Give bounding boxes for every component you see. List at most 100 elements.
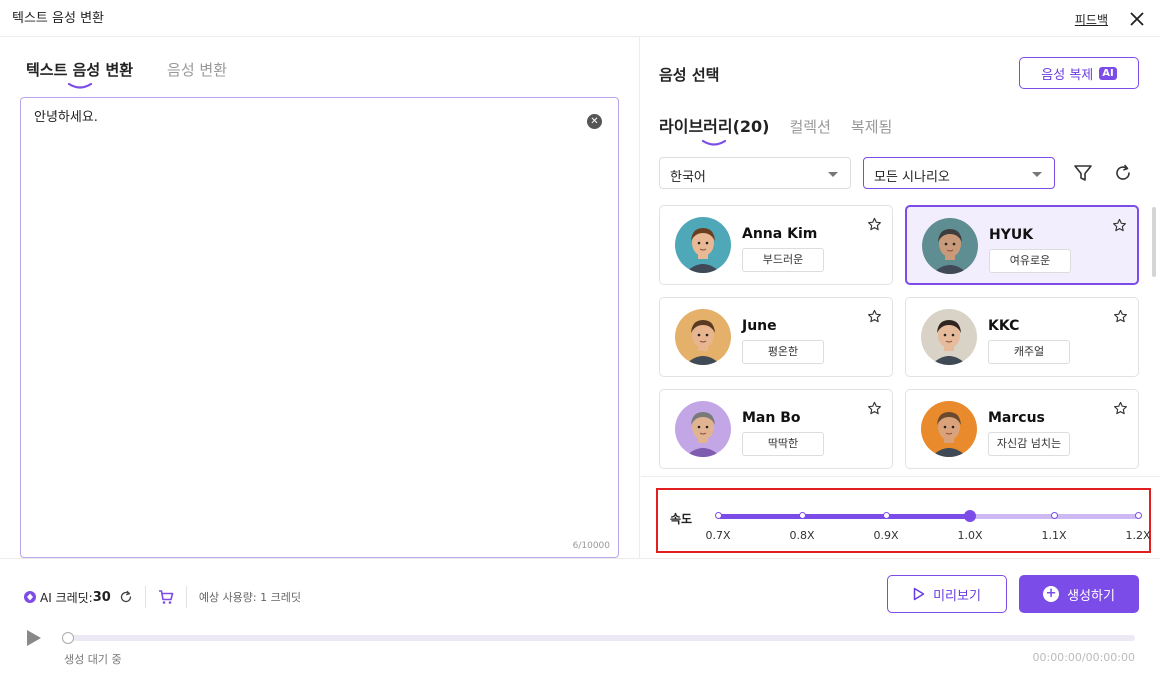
char-count: 6/10000 xyxy=(572,541,610,551)
speed-slider-fill xyxy=(718,514,970,519)
preview-button[interactable]: 미리보기 xyxy=(887,575,1007,613)
star-icon[interactable] xyxy=(867,309,882,324)
bottom-bar: AI 크레딧: 30 예상 사용량: 1 크레딧 미리보기 + 생성하기 생성 … xyxy=(0,558,1160,680)
speed-tick-label: 1.2X xyxy=(1125,529,1151,542)
voice-name: June xyxy=(742,318,777,334)
tab-voice-changer[interactable]: 음성 변환 xyxy=(167,59,227,80)
speed-step-dot[interactable] xyxy=(1134,512,1142,519)
avatar xyxy=(675,401,731,457)
avatar xyxy=(921,401,977,457)
preview-button-label: 미리보기 xyxy=(933,588,981,604)
speed-step-dot[interactable] xyxy=(798,512,806,519)
speed-step-dot[interactable] xyxy=(1050,512,1058,519)
generation-status: 생성 대기 중 xyxy=(64,653,122,666)
estimated-usage: 예상 사용량: 1 크레딧 xyxy=(198,591,301,604)
voice-card[interactable]: Anna Kim 부드러운 xyxy=(659,205,893,285)
voice-style-tag: 캐주얼 xyxy=(988,340,1070,364)
generate-button[interactable]: + 생성하기 xyxy=(1019,575,1139,613)
speed-slider-thumb[interactable] xyxy=(964,510,976,522)
refresh-credits-icon[interactable] xyxy=(119,590,133,604)
refresh-icon[interactable] xyxy=(1113,163,1133,183)
speed-step-dot[interactable] xyxy=(714,512,722,519)
text-input[interactable]: 안녕하세요. ✕ 6/10000 xyxy=(20,97,619,558)
filter-icon[interactable] xyxy=(1073,163,1093,183)
playback-time: 00:00:00/00:00:00 xyxy=(1032,651,1135,664)
voice-style-tag: 딱딱한 xyxy=(742,432,824,456)
chevron-down-icon xyxy=(828,172,838,177)
voice-tabs: 라이브러리(20) 컬렉션 복제됨 xyxy=(659,113,892,146)
separator xyxy=(185,586,187,608)
tab-label: 컬렉션 xyxy=(789,118,831,136)
voice-name: Marcus xyxy=(988,410,1045,426)
feedback-link[interactable]: 피드백 xyxy=(1075,11,1108,28)
generate-button-label: 생성하기 xyxy=(1067,588,1115,604)
speed-step-dot[interactable] xyxy=(882,512,890,519)
avatar xyxy=(675,217,731,273)
voice-name: KKC xyxy=(988,318,1020,334)
speed-tick-label: 1.0X xyxy=(957,529,983,542)
voice-card[interactable]: Marcus 자신감 넘치는 xyxy=(905,389,1139,469)
voice-style-tag: 여유로운 xyxy=(989,249,1071,273)
tab-library[interactable]: 라이브러리(20) xyxy=(659,113,770,146)
play-outline-icon xyxy=(913,587,925,601)
tab-label: 텍스트 음성 변환 xyxy=(26,61,134,79)
speed-tick-label: 0.8X xyxy=(789,529,815,542)
tab-collection[interactable]: 컬렉션 xyxy=(790,116,831,137)
voice-name: Man Bo xyxy=(742,410,801,426)
star-icon[interactable] xyxy=(1113,309,1128,324)
close-icon[interactable] xyxy=(1128,10,1146,28)
text-input-value[interactable]: 안녕하세요. xyxy=(34,106,98,125)
credits-value: 30 xyxy=(92,589,111,605)
voice-panel: 음성 선택 음성 복제 AI 라이브러리(20) 컬렉션 복제됨 한국어 모든 … xyxy=(641,37,1160,558)
speed-slider[interactable] xyxy=(714,510,1142,522)
speed-tick-label: 1.1X xyxy=(1041,529,1067,542)
voice-clone-label: 음성 복제 xyxy=(1041,67,1094,83)
scenario-select[interactable]: 모든 시나리오 xyxy=(863,157,1055,189)
separator xyxy=(144,586,146,608)
tab-label: 음성 변환 xyxy=(167,61,228,79)
speed-tick-label: 0.9X xyxy=(873,529,899,542)
active-tab-underline xyxy=(67,82,92,89)
voice-list: Anna Kim 부드러운 HYUK 여유로운 June 평온한 KKC 캐주얼… xyxy=(659,205,1141,475)
voice-style-tag: 부드러운 xyxy=(742,248,824,272)
voice-card[interactable]: KKC 캐주얼 xyxy=(905,297,1139,377)
credit-gem-icon xyxy=(24,591,36,603)
avatar xyxy=(921,309,977,365)
tab-label: 라이브러리(20) xyxy=(659,117,770,136)
scenario-select-value: 모든 시나리오 xyxy=(874,170,950,185)
text-panel: 텍스트 음성 변환 음성 변환 안녕하세요. ✕ 6/10000 xyxy=(0,37,640,558)
star-icon[interactable] xyxy=(867,401,882,416)
speed-tick-label: 0.7X xyxy=(705,529,731,542)
star-icon[interactable] xyxy=(1112,218,1127,233)
playback-progress-knob[interactable] xyxy=(62,632,74,644)
voice-card[interactable]: HYUK 여유로운 xyxy=(905,205,1139,285)
tab-label: 복제됨 xyxy=(850,118,893,136)
playback-progress[interactable] xyxy=(62,632,1135,644)
voice-list-scrollbar[interactable] xyxy=(1152,207,1156,277)
voice-card[interactable]: June 평온한 xyxy=(659,297,893,377)
speed-control: 속도 0.7X 0.8X 0.9X 1.0X 1.1X 1.2X xyxy=(656,488,1151,553)
voice-name: Anna Kim xyxy=(742,226,818,242)
plus-icon: + xyxy=(1043,586,1060,602)
voice-style-tag: 자신감 넘치는 xyxy=(988,432,1070,456)
language-select-value: 한국어 xyxy=(670,170,706,185)
cart-icon[interactable] xyxy=(158,589,174,605)
tab-cloned[interactable]: 복제됨 xyxy=(851,116,892,137)
voice-panel-title: 음성 선택 xyxy=(659,66,720,84)
mode-tabs: 텍스트 음성 변환 음성 변환 xyxy=(26,59,227,89)
language-select[interactable]: 한국어 xyxy=(659,157,851,189)
speed-label: 속도 xyxy=(670,512,693,526)
star-icon[interactable] xyxy=(867,217,882,232)
voice-card[interactable]: Man Bo 딱딱한 xyxy=(659,389,893,469)
chevron-down-icon xyxy=(1032,172,1042,177)
clear-text-icon[interactable]: ✕ xyxy=(587,114,602,129)
tab-text-to-speech[interactable]: 텍스트 음성 변환 xyxy=(26,59,134,89)
star-icon[interactable] xyxy=(1113,401,1128,416)
active-tab-underline xyxy=(702,139,727,146)
title-bar: 텍스트 음성 변환 피드백 xyxy=(0,0,1160,37)
play-icon[interactable] xyxy=(26,629,42,647)
divider xyxy=(641,476,1160,477)
voice-clone-button[interactable]: 음성 복제 AI xyxy=(1019,57,1139,89)
voice-name: HYUK xyxy=(989,227,1034,243)
credits-label: AI 크레딧: xyxy=(40,590,93,605)
